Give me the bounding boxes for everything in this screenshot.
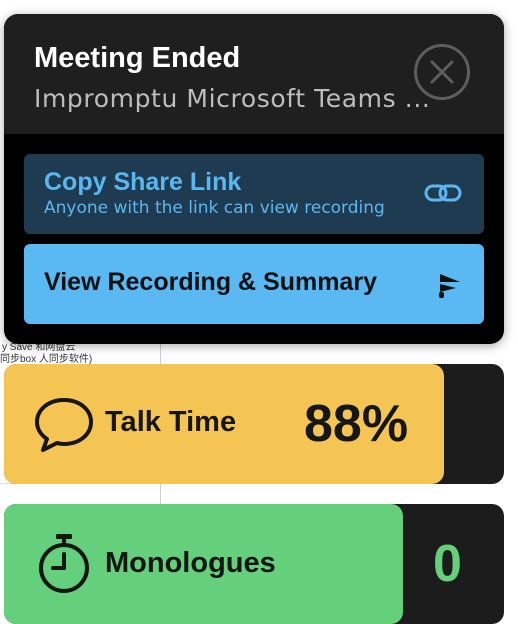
meeting-name: Impromptu Microsoft Teams ... bbox=[34, 84, 431, 113]
close-icon bbox=[430, 60, 454, 84]
copy-share-link-label: Copy Share Link bbox=[44, 168, 242, 196]
close-button[interactable] bbox=[414, 44, 470, 100]
copy-share-link-button[interactable]: Copy Share Link Anyone with the link can… bbox=[24, 154, 484, 234]
stopwatch-icon bbox=[39, 534, 89, 593]
view-recording-summary-label: View Recording & Summary bbox=[44, 268, 377, 296]
monologues-label: Monologues bbox=[105, 547, 276, 579]
monologues-value: 0 bbox=[433, 535, 462, 593]
talk-time-label: Talk Time bbox=[105, 406, 237, 438]
background-text-fragment: 同步box 人同步软件) bbox=[0, 354, 93, 365]
speech-bubble-icon bbox=[35, 398, 93, 452]
card-title: Meeting Ended bbox=[34, 42, 241, 74]
view-recording-summary-button[interactable]: View Recording & Summary bbox=[24, 244, 484, 324]
talk-time-value: 88% bbox=[304, 395, 409, 453]
card-header: Meeting Ended Impromptu Microsoft Teams … bbox=[4, 14, 504, 134]
copy-share-link-description: Anyone with the link can view recording bbox=[44, 198, 385, 218]
brand-logo-icon bbox=[439, 274, 460, 298]
link-icon bbox=[424, 184, 462, 202]
meeting-ended-card: Meeting Ended Impromptu Microsoft Teams … bbox=[4, 14, 504, 344]
